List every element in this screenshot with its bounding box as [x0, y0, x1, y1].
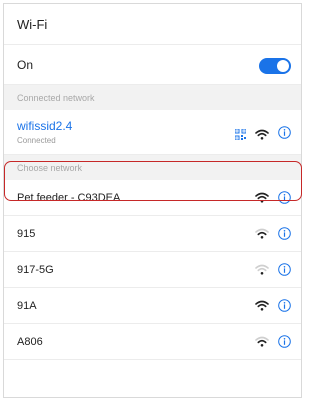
network-row[interactable]: 91A — [4, 288, 301, 324]
page-title-text: Wi-Fi — [17, 16, 48, 32]
wifi-settings-panel: Wi-Fi On Connected network wifissid2.4 C… — [3, 3, 302, 398]
info-icon[interactable] — [278, 125, 291, 139]
info-icon[interactable] — [278, 191, 291, 204]
info-icon[interactable] — [278, 263, 291, 276]
wifi-signal-icon — [255, 192, 269, 203]
info-icon[interactable] — [278, 335, 291, 348]
wifi-toggle-row[interactable]: On — [4, 45, 301, 85]
network-row[interactable]: Pet feeder - C93DEA — [4, 180, 301, 216]
network-row[interactable]: 917-5G — [4, 252, 301, 288]
network-row[interactable]: A806 — [4, 324, 301, 360]
wifi-signal-icon — [255, 336, 269, 347]
wifi-signal-icon — [255, 127, 269, 140]
section-connected-network: Connected network — [4, 85, 301, 110]
network-name: Pet feeder - C93DEA — [17, 191, 121, 204]
wifi-toggle-label: On — [17, 57, 34, 72]
wifi-signal-icon — [255, 228, 269, 239]
connected-network-status: Connected — [17, 136, 56, 145]
connected-network-row[interactable]: wifissid2.4 Connected — [4, 110, 301, 155]
network-list: Pet feeder - C93DEA 915 917-5G 91A A806 — [4, 180, 301, 360]
wifi-signal-icon — [255, 264, 269, 275]
section-choose-label: Choose network — [17, 162, 83, 173]
network-name: 915 — [17, 227, 36, 240]
info-icon[interactable] — [278, 299, 291, 312]
info-icon[interactable] — [278, 227, 291, 240]
section-connected-label: Connected network — [17, 92, 95, 103]
wifi-signal-icon — [255, 300, 269, 311]
toggle-knob — [277, 60, 289, 72]
network-name: 917-5G — [17, 263, 54, 276]
connected-network-name: wifissid2.4 — [17, 119, 73, 133]
section-choose-network: Choose network — [4, 155, 301, 180]
qr-code-icon[interactable] — [234, 127, 247, 140]
network-name: 91A — [17, 299, 37, 312]
network-row[interactable]: 915 — [4, 216, 301, 252]
network-name: A806 — [17, 335, 43, 348]
page-title: Wi-Fi — [4, 4, 301, 45]
wifi-toggle-switch[interactable] — [259, 58, 291, 74]
